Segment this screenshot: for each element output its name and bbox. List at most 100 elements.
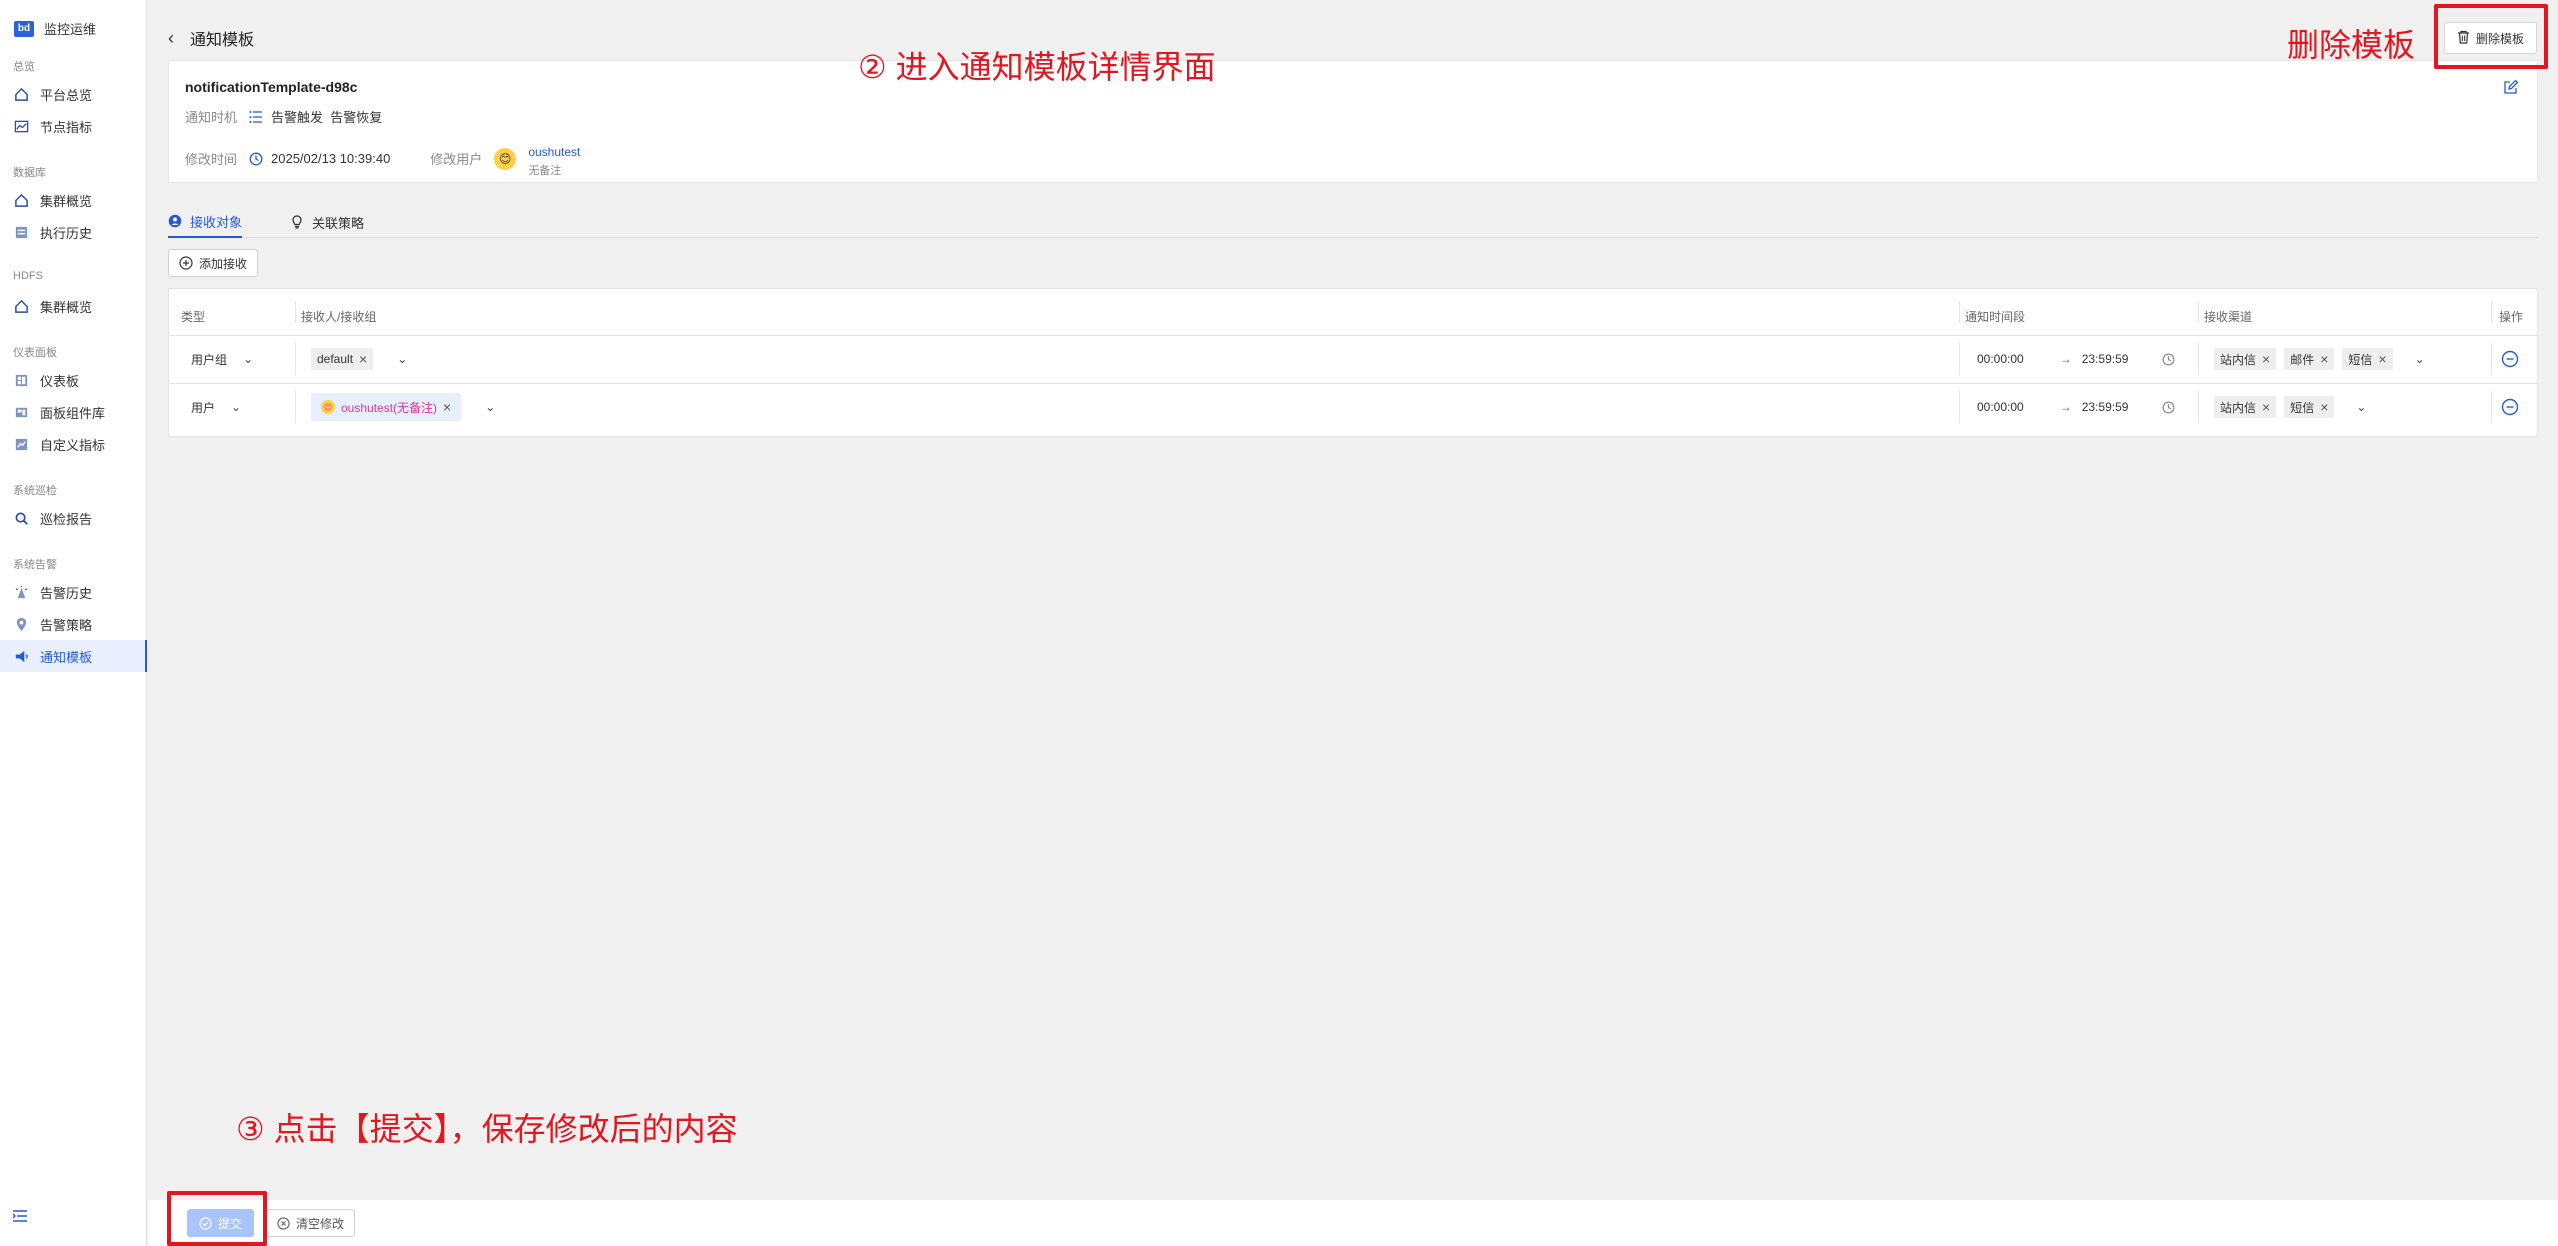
col-divider [2491,391,2492,423]
arrow-right-icon: → [2059,352,2072,366]
remove-row-button[interactable] [2501,398,2519,419]
sidebar-item-alarm-history[interactable]: 告警历史 [0,576,147,608]
close-icon[interactable]: × [2320,351,2328,367]
sidebar-item-label: 执行历史 [40,225,93,241]
chevron-down-icon: ⌄ [231,400,242,414]
sidebar-item-custom-metrics[interactable]: 自定义指标 [0,428,147,460]
channel-select[interactable]: 站内信 × 邮件 × 短信 × ⌄ [2214,339,2425,379]
home-icon [13,86,30,103]
time-range-picker[interactable]: 00:00:00 → 23:59:59 [1977,339,2175,379]
tab-receivers[interactable]: 接收对象 [168,206,243,238]
sidebar-item-notification-template[interactable]: 通知模板 [0,640,147,672]
home-icon [13,192,30,209]
time-start: 00:00:00 [1977,400,2024,414]
close-icon[interactable]: × [2262,399,2270,415]
modified-row: 修改时间 2025/02/13 10:39:40 修改用户 😊 oushutes… [185,139,580,178]
tab-related-strategies-label: 关联策略 [312,215,365,231]
collapse-menu-icon[interactable] [12,1209,32,1229]
user-circle-icon [168,214,182,228]
detail-tabs: 接收对象 关联策略 [168,206,2538,238]
strategy-icon [13,616,30,633]
sidebar-group-alarms: 系统告警 [13,559,57,571]
close-icon[interactable]: × [443,399,451,415]
annotation-delete-note: 删除模板 [2287,27,2416,63]
add-receiver-button[interactable]: 添加接收 [168,249,259,277]
sidebar-item-label: 面板组件库 [40,405,106,421]
close-icon[interactable]: × [359,351,367,367]
user-avatar: 😊 [321,400,335,414]
tab-related-strategies[interactable]: 关联策略 [290,206,364,238]
sidebar-item-inspection-report[interactable]: 巡检报告 [0,502,147,534]
channel-select[interactable]: 站内信 × 短信 × ⌄ [2214,387,2366,427]
channel-tag: 站内信 × [2214,348,2277,370]
annotation-step2: ② 进入通知模板详情界面 [858,49,1216,85]
history-icon [13,224,30,241]
page-header: ‹ 通知模板 [168,26,254,50]
col-header-channel: 接收渠道 [2204,310,2253,324]
notify-timing-values: 告警触发 告警恢复 [271,110,383,125]
chart-icon [13,118,30,135]
alarm-icon [13,584,30,601]
close-circle-icon [277,1216,290,1230]
sidebar-item-platform-overview[interactable]: 平台总览 [0,78,147,110]
user-name-link[interactable]: oushutest [528,145,580,159]
annotation-highlight-submit [167,1191,267,1246]
type-select[interactable]: 用户组 ⌄ [191,339,253,379]
sidebar-item-widget-library[interactable]: 面板组件库 [0,396,147,428]
channel-tag-label: 短信 [2348,352,2373,367]
col-divider [2198,391,2199,423]
receiver-select[interactable]: default × ⌄ [311,339,407,379]
time-end: 23:59:59 [2081,352,2129,366]
sidebar-item-hdfs-cluster-overview[interactable]: 集群概览 [0,290,147,322]
chevron-down-icon: ⌄ [397,352,408,366]
sidebar-item-label: 巡检报告 [40,511,93,527]
back-arrow-icon[interactable]: ‹ [168,28,174,49]
annotation-highlight-delete [2434,4,2548,69]
edit-icon[interactable] [2503,79,2519,98]
channel-tag: 站内信 × [2214,396,2277,418]
col-divider [1959,343,1960,375]
sidebar-item-label: 集群概览 [40,193,93,209]
close-icon[interactable]: × [2378,351,2386,367]
time-start: 00:00:00 [1977,352,2024,366]
close-icon[interactable]: × [2262,351,2270,367]
bulb-icon [290,215,304,229]
type-select[interactable]: 用户 ⌄ [191,387,241,427]
time-range-picker[interactable]: 00:00:00 → 23:59:59 [1977,387,2175,427]
tab-receivers-label: 接收对象 [190,214,243,230]
annotation-step3: ③ 点击【提交】，保存修改后的内容 [236,1111,738,1147]
template-name: notificationTemplate-d98c [185,79,358,95]
col-divider [295,301,296,323]
inspect-icon [13,510,30,527]
dashboard-icon [13,372,30,389]
close-icon[interactable]: × [2320,399,2328,415]
col-divider [295,343,296,375]
page-title: 通知模板 [190,32,255,49]
sidebar-item-label: 仪表板 [40,373,80,389]
sidebar-item-dashboard[interactable]: 仪表板 [0,364,147,396]
sidebar-item-alarm-strategy[interactable]: 告警策略 [0,608,147,640]
custom-metric-icon [13,436,30,453]
chevron-down-icon: ⌄ [243,352,254,366]
modified-time-value: 2025/02/13 10:39:40 [271,151,391,166]
user-block: oushutest 无备注 [528,145,580,178]
sidebar-group-database: 数据库 [13,167,46,179]
sidebar-item-node-metrics[interactable]: 节点指标 [0,110,147,142]
sidebar-item-db-cluster-overview[interactable]: 集群概览 [0,184,147,216]
modified-user-label: 修改用户 [430,152,483,167]
clear-changes-button[interactable]: 清空修改 [266,1209,356,1237]
time-end: 23:59:59 [2081,400,2129,414]
sidebar-item-exec-history[interactable]: 执行历史 [0,216,147,248]
receiver-select[interactable]: 😊 oushutest(无备注) × ⌄ [311,387,495,427]
receiver-tag-label: default [317,352,354,366]
brand[interactable]: bd 监控运维 [14,19,96,38]
sidebar-item-label: 自定义指标 [40,437,106,453]
minus-circle-icon [2501,398,2519,416]
type-value: 用户 [191,400,216,415]
channel-tag-label: 邮件 [2290,352,2315,367]
sidebar-item-label: 节点指标 [40,119,93,135]
remove-row-button[interactable] [2501,350,2519,371]
user-avatar: 😊 [494,147,517,170]
sidebar-item-label: 通知模板 [40,649,93,665]
clock-icon [249,152,263,166]
